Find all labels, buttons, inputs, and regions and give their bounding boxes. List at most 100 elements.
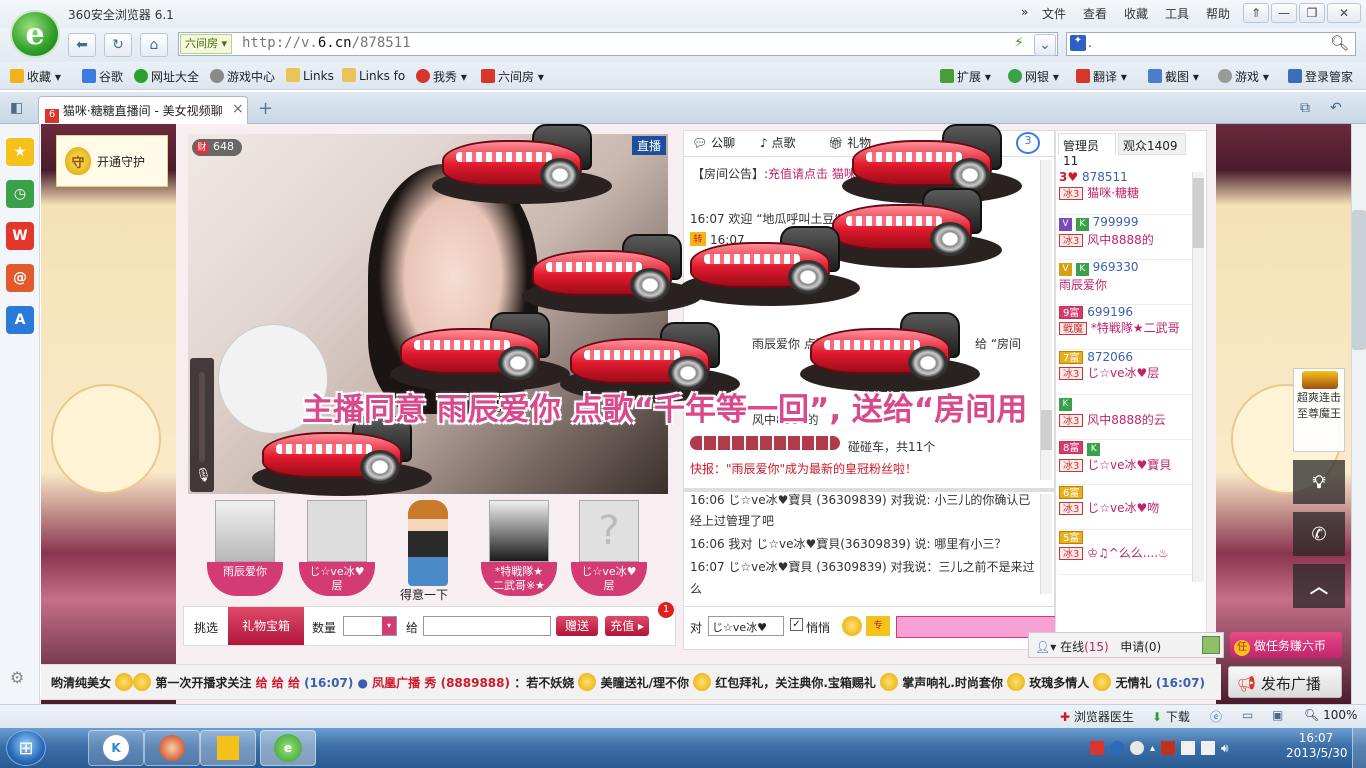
tray-flag-icon[interactable]: [1161, 741, 1176, 755]
download-button[interactable]: ⬇ 下载: [1152, 708, 1190, 725]
quantity-dropdown-icon[interactable]: ▾: [382, 617, 396, 635]
pin-button[interactable]: ⇑: [1243, 3, 1269, 23]
chat-recipient-select[interactable]: じ☆ve冰♥: [708, 616, 784, 636]
minimize-button[interactable]: —: [1271, 3, 1297, 23]
bookmark-site-nav[interactable]: 网址大全: [134, 68, 199, 85]
tab-public-chat[interactable]: 💬︎ 公聊: [692, 134, 735, 151]
taskbar-app-360browser[interactable]: e: [260, 730, 316, 766]
url-site-tag[interactable]: 六间房 ▾: [180, 34, 233, 54]
back-to-top-icon[interactable]: ︿: [1293, 564, 1345, 608]
settings-gear-icon[interactable]: ⚙: [10, 668, 24, 687]
menu-more[interactable]: »: [1021, 5, 1028, 19]
bookmark-links[interactable]: Links: [286, 68, 334, 83]
weibo-icon[interactable]: W: [6, 222, 34, 250]
history-clock-icon[interactable]: ◷: [6, 180, 34, 208]
tab-admins[interactable]: 管理员11: [1058, 133, 1116, 168]
emoji-icon[interactable]: [842, 616, 862, 636]
tab-live-room[interactable]: 6 猫咪·糖糖直播间 - 美女视频聊: [38, 96, 248, 124]
menu-help[interactable]: 帮助: [1206, 5, 1230, 22]
close-button[interactable]: ✕: [1327, 3, 1361, 23]
user-list-scrollbar-thumb[interactable]: [1193, 178, 1204, 248]
send-gift-button[interactable]: 赠送: [556, 616, 598, 636]
search-engine-icon[interactable]: ✦: [1070, 35, 1086, 51]
gift-recipient-input[interactable]: [423, 616, 551, 636]
user-row[interactable]: 5富 冰3 ♔♫^么么....♨: [1059, 530, 1193, 575]
microphone-icon[interactable]: 🎙︎: [195, 468, 212, 483]
quantity-input[interactable]: ▾: [343, 616, 397, 636]
fan-avatar[interactable]: 雨辰爱你: [207, 500, 283, 600]
toolbar-games[interactable]: 游戏 ▾: [1218, 68, 1269, 85]
toolbar-ebank[interactable]: 网银 ▾: [1008, 68, 1059, 85]
whisper-checkbox[interactable]: ✓: [790, 618, 803, 631]
user-row[interactable]: 7富 872066 冰3 じ☆ve冰♥层: [1059, 350, 1193, 395]
refresh-button[interactable]: ↻: [104, 33, 132, 57]
search-input[interactable]: [1066, 32, 1356, 56]
cartoon-avatar[interactable]: [408, 500, 448, 586]
fan-avatar[interactable]: じ☆ve冰♥ 层: [299, 500, 375, 600]
bookmark-6cn[interactable]: 六间房 ▾: [481, 68, 544, 85]
special-emoji-icon[interactable]: 专: [866, 616, 890, 636]
user-row[interactable]: V K 969330 雨辰爱你: [1059, 260, 1193, 305]
menu-view[interactable]: 查看: [1083, 5, 1107, 22]
bookmark-favorites[interactable]: 收藏 ▾: [10, 68, 61, 85]
show-desktop-button[interactable]: [1352, 728, 1366, 768]
publish-broadcast-button[interactable]: 📢︎ 发布广播: [1228, 666, 1342, 698]
task-button[interactable]: 任 做任务赚六币: [1230, 632, 1342, 658]
user-row[interactable]: V K 799999 冰3 风中8888的: [1059, 215, 1193, 260]
tab-audience[interactable]: 观众1409: [1118, 133, 1186, 155]
phone-icon[interactable]: ✆: [1293, 512, 1345, 556]
promo-widget[interactable]: 超爽连击 至尊魔王: [1293, 368, 1345, 452]
tray-clock-icon[interactable]: [1130, 741, 1144, 755]
tray-device-icon[interactable]: [1181, 741, 1196, 755]
undo-close-icon[interactable]: ↶: [1330, 100, 1342, 116]
browser-logo-icon[interactable]: e: [10, 10, 60, 58]
toolbar-extensions[interactable]: 扩展 ▾: [940, 68, 991, 85]
gift-box-button[interactable]: 礼物宝箱: [228, 607, 304, 645]
tab-close-button[interactable]: ×: [232, 101, 244, 117]
toolbar-translate[interactable]: 翻译 ▾: [1076, 68, 1127, 85]
online-tab[interactable]: 在线(15): [1060, 640, 1109, 654]
private-chat-scrollbar[interactable]: [1040, 494, 1052, 594]
guard-button[interactable]: 守 开通守护: [56, 135, 168, 187]
tray-volume-icon[interactable]: 🔊︎: [1221, 741, 1229, 756]
zoom-control[interactable]: 🔍︎ 100%: [1304, 708, 1357, 722]
tray-arrow-icon[interactable]: ▴: [1150, 743, 1155, 754]
menu-file[interactable]: 文件: [1042, 5, 1066, 22]
bookmark-google[interactable]: 谷歌: [82, 68, 123, 85]
page-scrollbar-thumb[interactable]: [1352, 210, 1366, 350]
window-icon[interactable]: ▭: [1242, 708, 1253, 722]
tray-s-icon[interactable]: [1090, 741, 1104, 755]
bookmark-woxiu[interactable]: 我秀 ▾: [416, 68, 467, 85]
app-icon[interactable]: A: [6, 306, 34, 334]
tab-list-icon[interactable]: ⧉: [1300, 100, 1310, 116]
user-row[interactable]: 8富 K 冰3 じ☆ve冰♥寶貝: [1059, 440, 1193, 485]
taskbar-app-notes[interactable]: [200, 730, 256, 766]
user-row[interactable]: K 冰3 风中8888的云: [1059, 395, 1193, 440]
user-row[interactable]: 6富 冰3 じ☆ve冰♥吻: [1059, 485, 1193, 530]
fan-avatar[interactable]: ? じ☆ve冰♥ 层: [571, 500, 647, 600]
toolbar-screenshot[interactable]: 截图 ▾: [1148, 68, 1199, 85]
tray-network-icon[interactable]: [1201, 741, 1216, 755]
taskbar-app-k[interactable]: K: [88, 730, 144, 766]
favorites-star-icon[interactable]: ★: [6, 138, 34, 166]
speed-mode-icon[interactable]: ⚡: [1014, 35, 1024, 51]
mail-icon[interactable]: @: [6, 264, 34, 292]
search-icon[interactable]: 🔍︎: [1330, 34, 1349, 52]
split-icon[interactable]: ▣: [1272, 708, 1283, 722]
new-tab-button[interactable]: +: [258, 98, 273, 119]
url-dropdown[interactable]: ⌄: [1034, 34, 1056, 56]
start-button[interactable]: ⊞: [6, 730, 46, 766]
taskbar-clock[interactable]: 16:07 2013/5/30: [1286, 731, 1348, 761]
fan-avatar[interactable]: *特戦隊★ 二武哥※★: [481, 500, 557, 600]
tab-song-request[interactable]: ♪ 点歌: [760, 134, 796, 151]
home-button[interactable]: ⌂: [140, 33, 168, 57]
user-avatar-small[interactable]: [1202, 636, 1220, 654]
ie-mode-icon[interactable]: ⓔ: [1210, 708, 1222, 725]
chat-scrollbar-thumb[interactable]: [1041, 410, 1052, 450]
bookmark-game-center[interactable]: 游戏中心: [210, 68, 275, 85]
maximize-button[interactable]: ❐: [1299, 3, 1325, 23]
browser-doctor-button[interactable]: ✚ 浏览器医生: [1060, 708, 1134, 725]
bookmark-links-fo[interactable]: Links fo: [342, 68, 405, 83]
recharge-button[interactable]: 充值 ▸: [605, 616, 649, 636]
page-scrollbar[interactable]: [1351, 124, 1366, 704]
